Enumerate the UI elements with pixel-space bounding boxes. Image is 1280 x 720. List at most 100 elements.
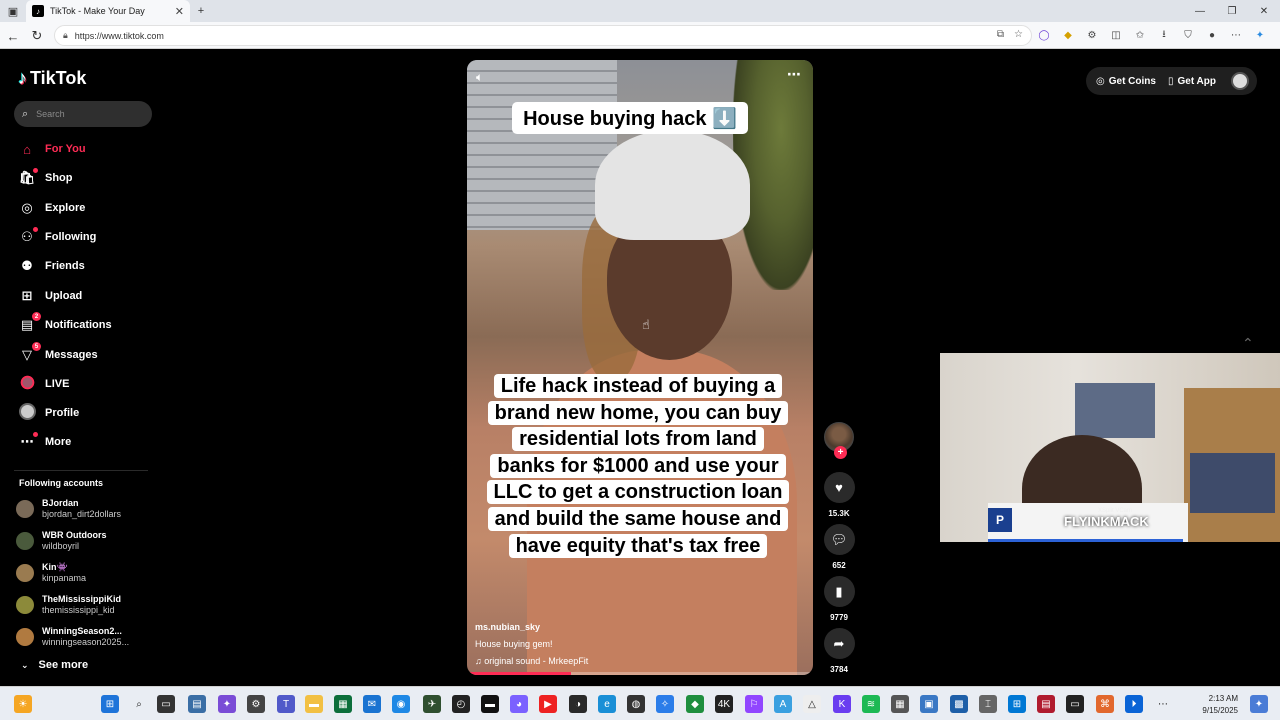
favorites-icon[interactable]: ✩ — [1132, 27, 1148, 43]
close-window-button[interactable]: ✕ — [1248, 0, 1280, 22]
sidebar-item-messages[interactable]: ▽ 5 Messages — [18, 342, 98, 365]
search-icon[interactable]: ⌕ — [130, 695, 148, 713]
address-bar[interactable]: 🔒︎ https://www.tiktok.com ⧉ ☆ — [54, 25, 1032, 46]
app-icon[interactable]: ◴ — [452, 695, 470, 713]
tab-close-icon[interactable]: ✕ — [175, 5, 184, 18]
app-icon[interactable]: ◉ — [392, 695, 410, 713]
video-author[interactable]: ms.nubian_sky — [475, 619, 588, 636]
sidebar-item-upload[interactable]: ⊞ Upload — [18, 286, 83, 306]
sidebar-item-shop[interactable]: 🛍︎ Shop — [18, 168, 73, 188]
hidden-icons-icon[interactable]: ⋯ — [1154, 695, 1172, 713]
refresh-button[interactable]: ↻ — [28, 27, 46, 45]
app-icon[interactable]: △ — [803, 695, 821, 713]
minimize-button[interactable]: — — [1184, 0, 1216, 22]
sidebar-item-notifications[interactable]: ▤ 2 Notifications — [18, 312, 112, 335]
calculator-icon[interactable]: ▦ — [891, 695, 909, 713]
video-more-icon[interactable]: ⋯ — [787, 66, 801, 83]
app-icon[interactable]: ⏵ — [1125, 695, 1143, 713]
browser-tab[interactable]: ♪ TikTok - Make Your Day ✕ — [26, 0, 190, 22]
sidebar-item-live[interactable]: LIVE — [18, 374, 69, 394]
settings-more-icon[interactable]: ⋯ — [1228, 27, 1244, 43]
app-icon[interactable]: ◑ — [569, 695, 587, 713]
favorite-star-icon[interactable]: ☆ — [1014, 29, 1023, 40]
chrome-icon[interactable]: ◍ — [627, 695, 645, 713]
following-account[interactable]: WBR Outdoors wildboyril — [16, 527, 107, 555]
maximize-button[interactable]: ❐ — [1216, 0, 1248, 22]
settings-icon[interactable]: ⚙ — [247, 695, 265, 713]
app-icon[interactable]: ✈ — [423, 695, 441, 713]
extensions-puzzle-icon[interactable]: ⚙ — [1084, 27, 1100, 43]
sidebar-item-for-you[interactable]: ⌂ For You — [18, 139, 85, 159]
sidebar-item-more[interactable]: ⋯ More — [18, 432, 71, 452]
widgets-icon[interactable]: ☀ — [14, 695, 32, 713]
see-more-button[interactable]: ⌄ See more — [21, 659, 88, 671]
extension-icon[interactable]: ◯ — [1036, 27, 1052, 43]
share-icon[interactable]: ➦ — [823, 628, 855, 659]
like-action[interactable]: ♥ 15.3K — [823, 472, 855, 518]
app-icon[interactable]: ▣ — [920, 695, 938, 713]
tab-actions-icon[interactable]: ▣ — [5, 3, 21, 19]
video-player[interactable]: 🔈︎ ⋯ House buying hack ⬇️ Life hack inst… — [467, 60, 813, 675]
terminal-icon[interactable]: ▭ — [1066, 695, 1084, 713]
task-view-icon[interactable]: ▭ — [157, 695, 175, 713]
copilot-icon[interactable]: ✦ — [1250, 695, 1268, 713]
app-icon[interactable]: ▤ — [188, 695, 206, 713]
sidebar-item-following[interactable]: ⚇ Following — [18, 227, 96, 247]
store-icon[interactable]: ▦ — [334, 695, 352, 713]
video-sound[interactable]: ♫ original sound - MrkeepFit — [475, 653, 588, 670]
following-account[interactable]: BJordan bjordan_dirt2dollars — [16, 495, 121, 523]
app-icon[interactable]: ✧ — [656, 695, 674, 713]
app-icon[interactable]: ◆ — [686, 695, 704, 713]
sidebar-item-profile[interactable]: Profile — [18, 403, 79, 423]
following-account[interactable]: Kin👾 kinpanama — [16, 559, 86, 587]
browser-essentials-icon[interactable]: ⛉ — [1180, 27, 1196, 43]
following-account[interactable]: WinningSeason2... winningseason2025... — [16, 623, 129, 651]
comment-action[interactable]: 💬︎ 652 — [823, 524, 855, 570]
app-icon[interactable]: 4K — [715, 695, 733, 713]
copilot-icon[interactable]: ✦ — [218, 695, 236, 713]
teams-icon[interactable]: T — [277, 695, 295, 713]
save-action[interactable]: ▮ 9779 — [823, 576, 855, 622]
tiktok-logo[interactable]: ♪ TikTok — [18, 68, 86, 89]
get-app-button[interactable]: ▯ Get App — [1168, 76, 1216, 87]
user-avatar[interactable] — [1231, 72, 1249, 90]
spotify-icon[interactable]: ≋ — [862, 695, 880, 713]
heart-icon[interactable]: ♥ — [823, 472, 855, 503]
app-icon[interactable]: ⌶ — [979, 695, 997, 713]
volume-icon[interactable]: 🔈︎ — [476, 70, 483, 85]
new-tab-button[interactable]: + — [193, 3, 209, 19]
start-icon[interactable]: ⊞ — [101, 695, 119, 713]
app-icon[interactable]: ⌘ — [1096, 695, 1114, 713]
copilot-icon[interactable]: ✦ — [1252, 27, 1268, 43]
open-in-app-icon[interactable]: ⧉ — [997, 29, 1004, 40]
sidebar-item-explore[interactable]: ◎ Explore — [18, 198, 85, 218]
sidebar-item-friends[interactable]: ⚉ Friends — [18, 256, 85, 276]
share-action[interactable]: ➦ 3784 — [823, 628, 855, 674]
following-account[interactable]: TheMississippiKid themississippi_kid — [16, 591, 121, 619]
edge-icon[interactable]: e — [598, 695, 616, 713]
twitch-icon[interactable]: ⚐ — [745, 695, 763, 713]
terminal-icon[interactable]: ▬ — [481, 695, 499, 713]
youtube-icon[interactable]: ▶ — [539, 695, 557, 713]
video-progress-bar[interactable] — [467, 672, 813, 675]
app-icon[interactable]: ▩ — [950, 695, 968, 713]
profile-icon[interactable]: ● — [1204, 27, 1220, 43]
back-button[interactable]: ← — [4, 27, 22, 45]
extension-icon[interactable]: ◆ — [1060, 27, 1076, 43]
scroll-up-icon[interactable]: ⌃ — [1242, 335, 1254, 352]
discord-icon[interactable]: ◕ — [510, 695, 528, 713]
bookmark-icon[interactable]: ▮ — [823, 576, 855, 607]
search-input[interactable]: ⌕ Search — [14, 101, 152, 127]
follow-plus-button[interactable]: + — [834, 446, 847, 459]
comment-icon[interactable]: 💬︎ — [823, 524, 855, 555]
app-icon[interactable]: ⊞ — [1008, 695, 1026, 713]
app-icon[interactable]: K — [833, 695, 851, 713]
system-clock[interactable]: 2:13 AM 9/15/2025 — [1196, 693, 1238, 717]
split-screen-icon[interactable]: ◫ — [1108, 27, 1124, 43]
app-icon[interactable]: A — [774, 695, 792, 713]
app-icon[interactable]: ▤ — [1037, 695, 1055, 713]
file-explorer-icon[interactable]: ▬ — [305, 695, 323, 713]
downloads-icon[interactable]: ⭳ — [1156, 27, 1172, 43]
get-coins-button[interactable]: ◎ Get Coins — [1096, 76, 1156, 87]
mail-icon[interactable]: ✉ — [363, 695, 381, 713]
